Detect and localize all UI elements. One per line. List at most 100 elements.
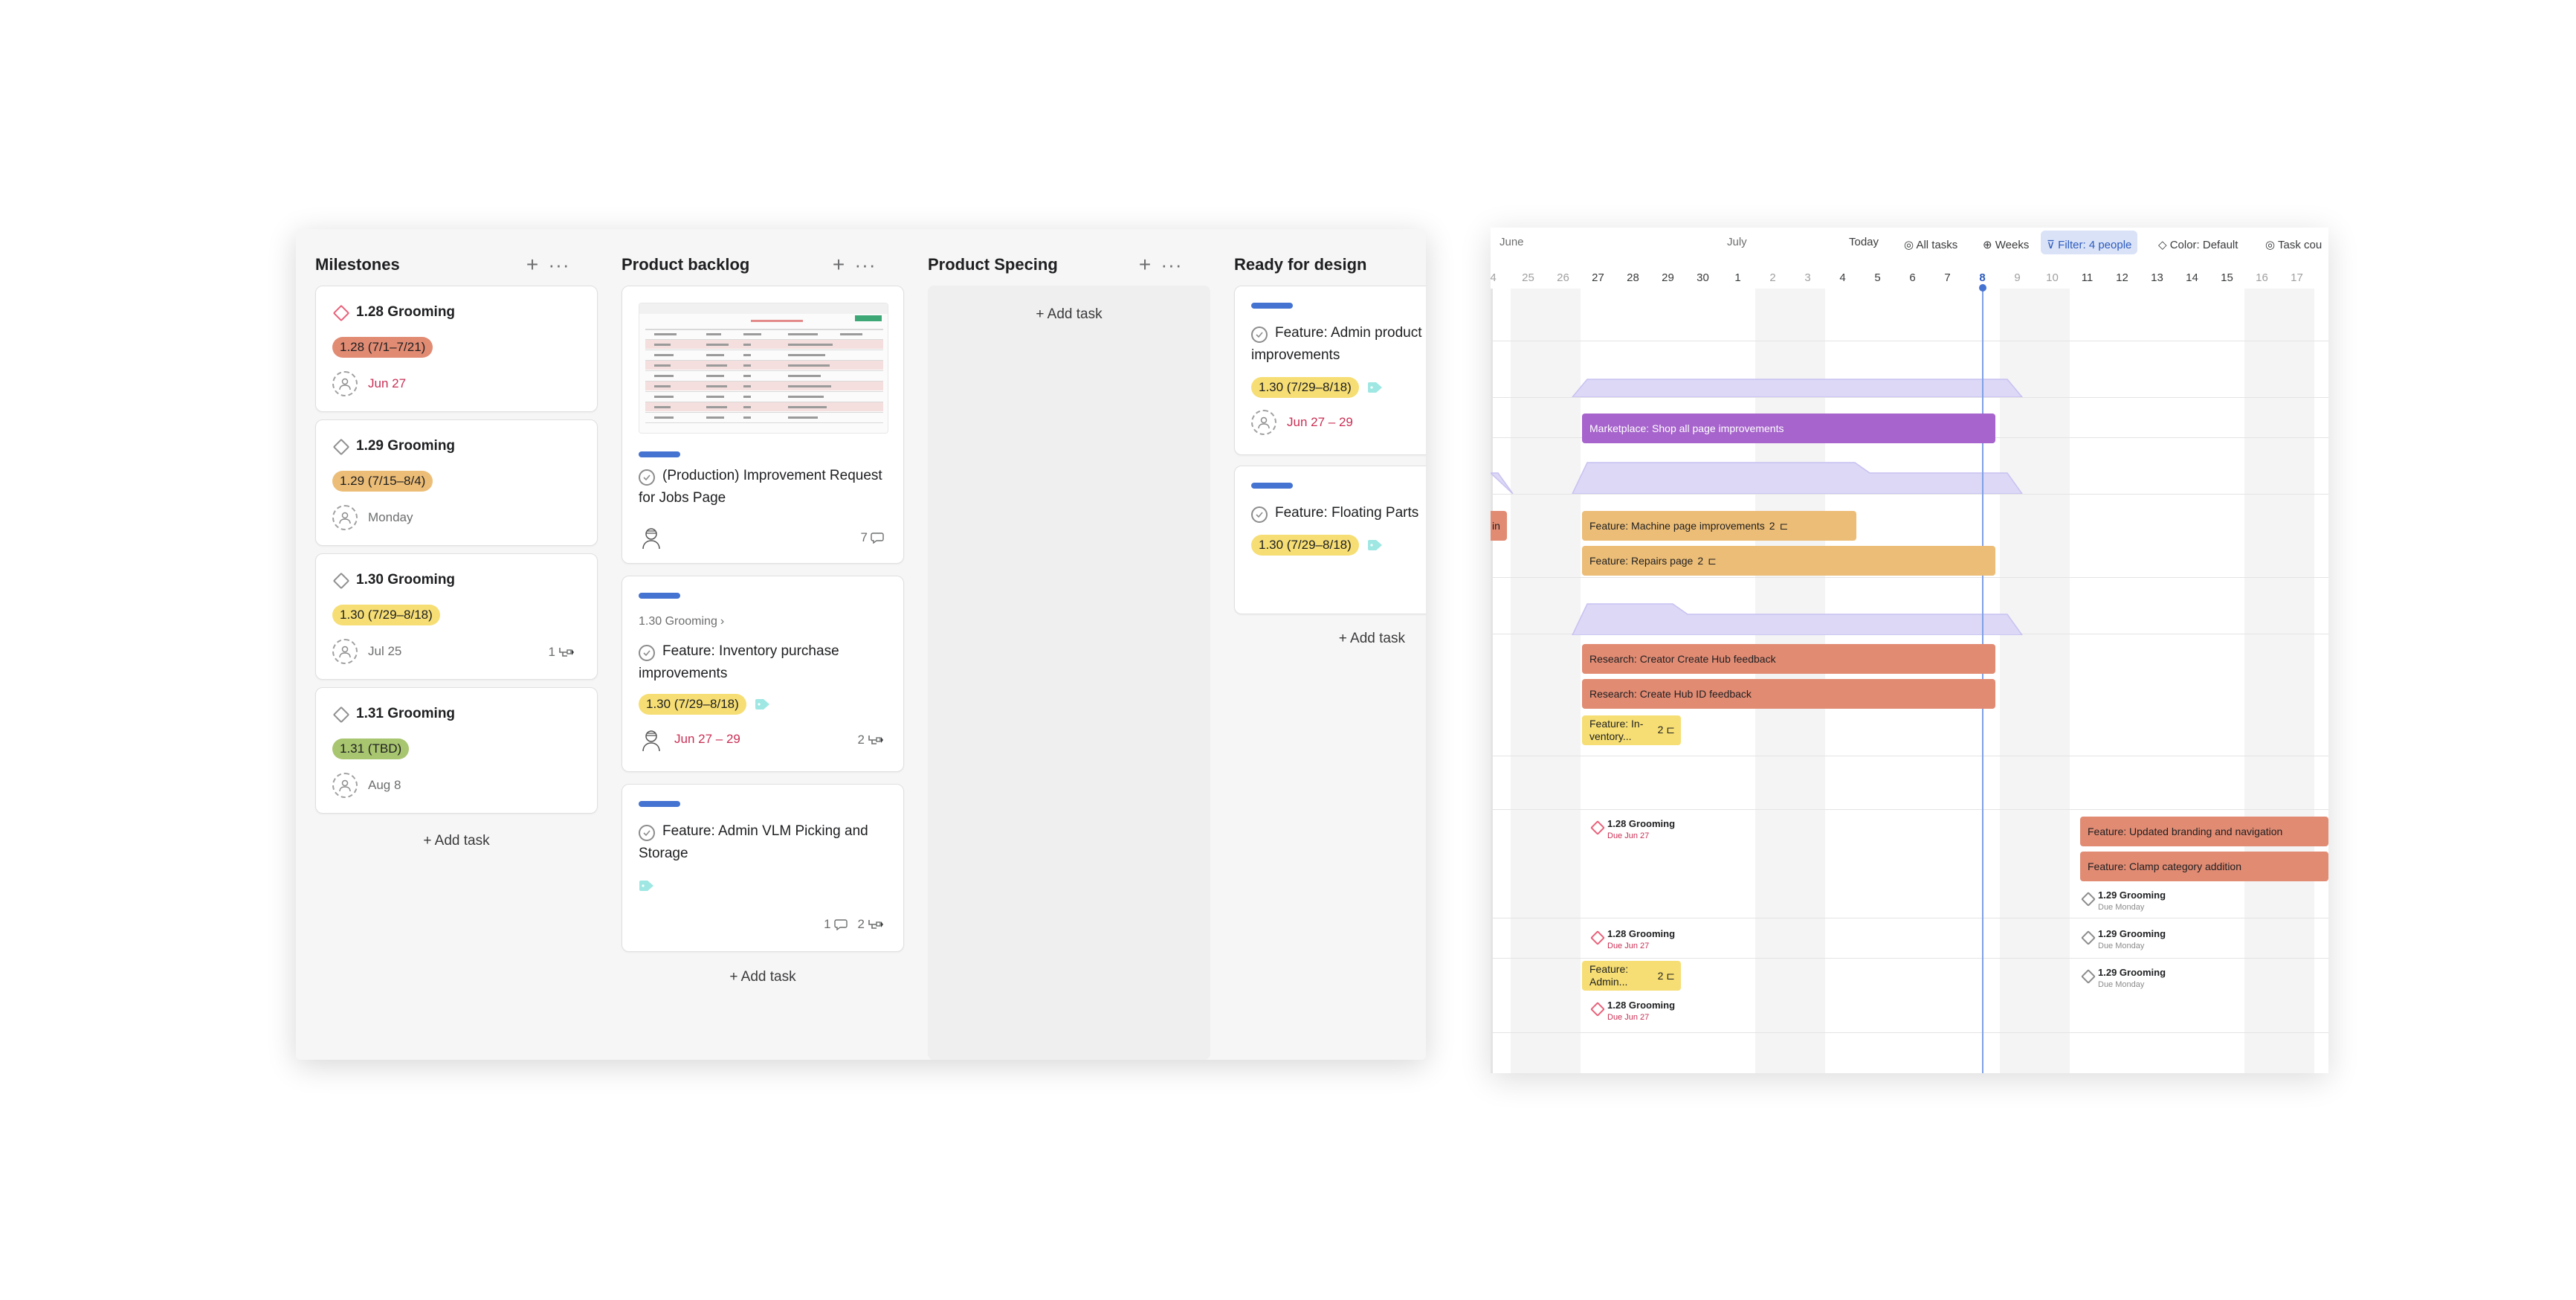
weeks-label: Weeks	[1995, 239, 2030, 251]
add-task-plus-button[interactable]: +	[1132, 251, 1158, 278]
comment-count[interactable]: 7	[861, 530, 884, 545]
task-bar-label-line2: ventory...	[1589, 730, 1632, 742]
task-card[interactable]: 1.28 Grooming 1.28 (7/1–7/21) Jun 27	[315, 286, 598, 412]
unassigned-avatar[interactable]	[332, 371, 358, 396]
column-title: Milestones	[315, 255, 400, 274]
task-bar-label-line2: Admin...	[1589, 976, 1628, 988]
timeline-milestone[interactable]: 1.28 Grooming Due Jun 27	[1590, 818, 1675, 842]
day-label: 9	[2014, 271, 2021, 284]
color-button[interactable]: ◇ Color: Default	[2152, 231, 2244, 254]
timeline-task-bar[interactable]: Feature: Machine page improvements 2 ⊏	[1582, 511, 1856, 541]
task-card[interactable]: (Production) Improvement Request for Job…	[622, 286, 904, 564]
timeline-milestone[interactable]: 1.28 Grooming Due Jun 27	[1590, 928, 1675, 952]
timeline-task-bar[interactable]: Feature: Admin... 2 ⊏	[1582, 961, 1681, 991]
assignee-avatar[interactable]	[639, 524, 664, 550]
release-pill: 1.31 (TBD)	[332, 739, 410, 759]
day-label: 4	[1839, 271, 1846, 284]
chevron-right-icon: ›	[720, 615, 725, 628]
subtask-count-value: 2	[1657, 724, 1664, 736]
assignee-avatar-icon	[642, 730, 660, 752]
grid-left-border	[1491, 289, 1493, 1073]
subtask-count[interactable]: 2	[858, 733, 884, 747]
task-bar-label: Marketplace: Shop all page improvements	[1589, 422, 1784, 434]
weekend-shade	[1511, 289, 1581, 1073]
due-date: Aug 8	[368, 778, 401, 792]
release-pill: 1.29 (7/15–8/4)	[332, 471, 433, 492]
timeline-milestone[interactable]: 1.29 Grooming Due Monday	[2081, 928, 2166, 952]
person-icon	[1258, 416, 1270, 429]
tag-icon	[755, 699, 769, 709]
milestone-icon	[2081, 892, 2096, 907]
task-card[interactable]: 1.30 Grooming › Feature: Inventory purch…	[622, 576, 904, 772]
day-label: 16	[2256, 271, 2268, 284]
comment-count-value: 7	[860, 530, 868, 544]
filter-icon: ⊽	[2047, 239, 2059, 251]
task-bar-label-line1: Feature: In-	[1589, 718, 1644, 730]
timeline-task-bar[interactable]: Research: Create Hub ID feedback	[1582, 679, 1995, 709]
timeline-task-bar[interactable]: Marketplace: Shop all page improvements	[1582, 414, 1995, 443]
add-task-button[interactable]: + Add task	[928, 306, 1210, 323]
timeline-milestone[interactable]: 1.28 Grooming Due Jun 27	[1590, 1000, 1675, 1023]
column-more-button[interactable]: ···	[546, 251, 572, 278]
milestone-icon	[332, 438, 350, 456]
attachment-thumbnail[interactable]	[639, 303, 888, 434]
task-count-button[interactable]: ◎ Task cou	[2259, 231, 2328, 254]
release-pill: 1.30 (7/29–8/18)	[1251, 535, 1359, 556]
task-card[interactable]: Feature: Admin VLM Picking and Storage 1…	[622, 784, 904, 952]
task-bar-label-line1: Feature:	[1589, 963, 1629, 975]
subtask-count[interactable]: 1	[549, 645, 575, 660]
column-title: Product Specing	[928, 255, 1058, 274]
filter-button[interactable]: ⊽ Filter: 4 people	[2041, 231, 2138, 254]
add-task-plus-button[interactable]: +	[825, 251, 852, 278]
timeline-milestone[interactable]: 1.29 Grooming Due Monday	[2081, 967, 2166, 991]
unassigned-avatar[interactable]	[332, 505, 358, 530]
unassigned-avatar[interactable]	[332, 773, 358, 798]
subtask-count[interactable]: 2	[858, 917, 884, 932]
task-card[interactable]: 1.31 Grooming 1.31 (TBD) Aug 8	[315, 687, 598, 814]
column-more-button[interactable]: ···	[852, 251, 879, 278]
tag-icon	[639, 881, 653, 891]
add-task-button[interactable]: + Add task	[315, 833, 598, 849]
unassigned-avatar[interactable]	[332, 639, 358, 664]
comment-icon	[871, 532, 884, 544]
assignee-avatar-icon	[642, 528, 660, 550]
timeline-task-bar-clipped[interactable]: in	[1491, 511, 1507, 541]
task-card[interactable]: 1.30 Grooming 1.30 (7/29–8/18) Jul 25 1	[315, 553, 598, 680]
project-color-bar	[1251, 483, 1293, 489]
all-tasks-button[interactable]: ◎ All tasks	[1898, 231, 1963, 254]
assignee-avatar[interactable]	[639, 727, 664, 752]
column-more-button[interactable]: ···	[1158, 251, 1185, 278]
card-title: Feature: Floating Parts	[1275, 505, 1419, 521]
row-divider	[1491, 958, 2328, 959]
subtask-count: 2	[1769, 520, 1775, 532]
add-task-plus-button[interactable]: +	[519, 251, 546, 278]
column-ready-for-design: Ready for design Feature: Admin product …	[1215, 229, 1426, 1060]
timeline-task-bar[interactable]: Feature: Repairs page 2 ⊏	[1582, 546, 1995, 576]
day-label: 17	[2291, 271, 2303, 284]
timeline-toolbar: June July Today ◎ All tasks ⊕ Weeks ⊽ Fi…	[1491, 228, 2328, 257]
add-task-button[interactable]: + Add task	[622, 969, 904, 985]
timeline-task-bar[interactable]: Feature: Updated branding and navigation	[2080, 817, 2328, 846]
comment-count[interactable]: 1	[824, 917, 848, 932]
task-card[interactable]: 1.29 Grooming 1.29 (7/15–8/4) Monday	[315, 419, 598, 546]
tag-icon	[1368, 382, 1382, 393]
column-header: Ready for design	[1234, 248, 1426, 281]
parent-task-link[interactable]: 1.30 Grooming ›	[639, 615, 724, 628]
milestone-name: 1.29 Grooming	[2098, 967, 2166, 978]
timeline-task-bar[interactable]: Feature: In- ventory... 2 ⊏	[1582, 715, 1681, 745]
milestone-due: Due Monday	[2098, 942, 2145, 950]
parent-task-name: 1.30 Grooming	[639, 615, 717, 628]
timeline-view: June July Today ◎ All tasks ⊕ Weeks ⊽ Fi…	[1491, 228, 2328, 1073]
timeline-milestone[interactable]: 1.29 Grooming Due Monday	[2081, 889, 2166, 913]
task-card[interactable]: Feature: Admin product improvements 1.30…	[1234, 286, 1426, 455]
task-card[interactable]: Feature: Floating Parts 1.30 (7/29–8/18)	[1234, 466, 1426, 614]
today-button[interactable]: Today	[1843, 231, 1885, 254]
weeks-zoom-button[interactable]: ⊕ Weeks	[1977, 231, 2035, 254]
unassigned-avatar[interactable]	[1251, 410, 1276, 435]
row-divider	[1491, 397, 2328, 398]
timeline-task-bar[interactable]: Feature: Clamp category addition	[2080, 852, 2328, 881]
person-icon	[339, 512, 351, 524]
release-pill: 1.30 (7/29–8/18)	[332, 605, 440, 625]
timeline-task-bar[interactable]: Research: Creator Create Hub feedback	[1582, 644, 1995, 674]
add-task-button[interactable]: + Add task	[1234, 631, 1405, 647]
